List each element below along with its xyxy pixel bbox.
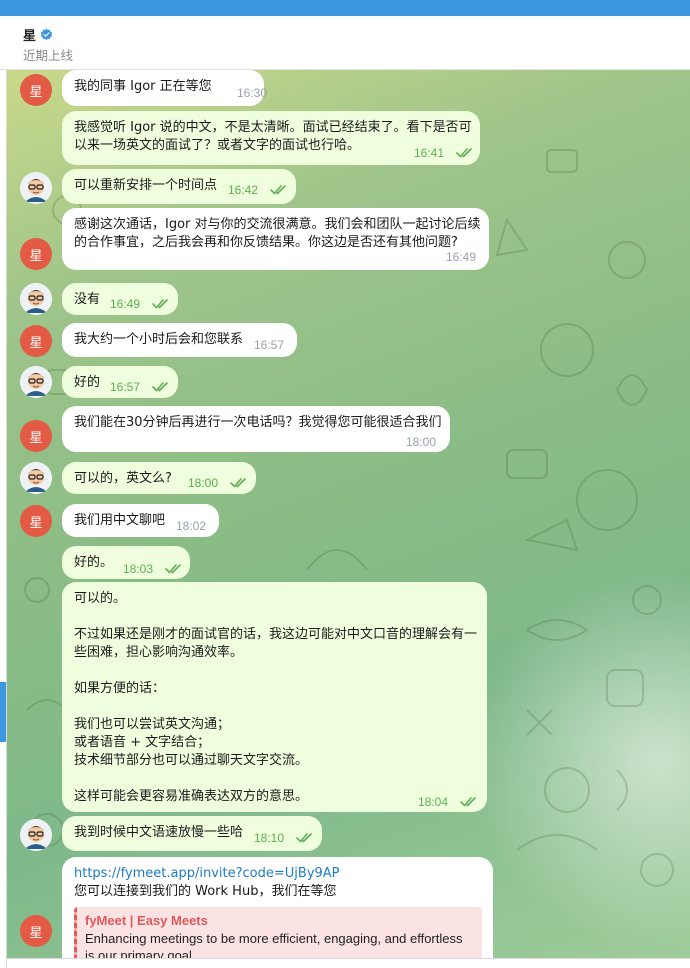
double-check-icon [152,382,168,392]
window-top-bar [0,0,690,16]
message-text: 可以的，英文么? [74,471,172,486]
contact-avatar[interactable]: 星 [20,915,52,947]
verified-badge-icon [40,28,53,41]
message-time: 18:02 [176,519,207,533]
preview-description: Enhancing meetings to be more efficient,… [85,931,463,958]
contact-avatar[interactable]: 星 [20,505,52,537]
message-text: 好的 [74,375,101,390]
message-time: 18:04 [418,795,449,809]
message-time: 16:57 [110,380,141,394]
message-text: 好的。 [74,555,114,570]
message-time: 18:00 [188,476,219,490]
message-time: 18:10 [254,831,285,845]
chat-header[interactable]: 星 近期上线 [0,16,690,70]
contact-avatar[interactable]: 星 [20,238,52,270]
invite-link[interactable]: https://fymeet.app/invite?code=UjBy9AP [74,865,340,883]
message-text: 我们用中文聊吧 [74,513,166,528]
double-check-icon [296,833,312,843]
last-seen-status: 近期上线 [23,48,74,63]
message-bubble-link[interactable]: https://fymeet.app/invite?code=UjBy9AP 您可… [62,857,493,958]
double-check-icon [270,185,286,195]
link-preview-card[interactable]: fyMeet | Easy Meets Enhancing meetings to… [74,907,482,958]
message-text: 我们能在30分钟后再进行一次电话吗？我觉得您可能很适合我们 [74,415,442,430]
message-text: 我的同事 Igor 正在等您 [74,79,212,94]
contact-avatar[interactable]: 星 [20,74,52,106]
message-time: 16:49 [110,297,141,311]
double-check-icon [165,564,181,574]
user-avatar[interactable] [20,283,52,315]
message-bubble[interactable]: 可以重新安排一个时间点 16:42 [62,169,296,204]
contact-avatar[interactable]: 星 [20,420,52,452]
message-bubble[interactable]: 我到时候中文语速放慢一些哈 18:10 [62,816,322,851]
message-bubble[interactable]: 可以的，英文么? 18:00 [62,462,256,494]
message-text: 我到时候中文语速放慢一些哈 [74,825,244,840]
chat-messages-area[interactable]: 我的同事 Igor 正在等您 16:30 星我感觉听 Igor 说的中文，不是太清晰… [7,70,690,958]
user-avatar-image [20,462,52,494]
message-bubble[interactable]: 好的 16:57 [62,366,178,398]
message-bubble[interactable]: 我感觉听 Igor 说的中文，不是太清晰。面试已经结束了。看下是否可 以来一场英… [62,111,480,165]
message-time: 16:30 [237,86,268,100]
message-time: 16:42 [228,183,259,197]
contact-name[interactable]: 星 [23,25,36,44]
user-avatar[interactable] [20,172,52,204]
message-text: 我大约一个小时后会和您联系 [74,332,244,347]
user-avatar-image [20,172,52,204]
message-bubble[interactable]: 我的同事 Igor 正在等您 16:30 [62,70,268,106]
double-check-icon [152,299,168,309]
message-text: 可以重新安排一个时间点 [74,178,218,193]
message-bubble[interactable]: 感谢这次通话，Igor 对与你的交流很满意。我们会和团队一起讨论后续 的合作事宜… [62,208,489,270]
message-text: 我感觉听 Igor 说的中文，不是太清晰。面试已经结束了。看下是否可 以来一场英… [74,120,472,153]
preview-accent-bar [74,907,77,958]
user-avatar-image [20,283,52,315]
message-time: 18:00 [406,435,437,449]
user-avatar-image [20,366,52,398]
preview-title: fyMeet | Easy Meets [85,913,208,928]
message-bubble[interactable]: 我大约一个小时后会和您联系 16:57 [62,323,297,357]
message-time: 16:57 [254,338,285,352]
message-bubble[interactable]: 好的。 18:03 [62,546,190,579]
message-time: 18:03 [123,562,154,576]
double-check-icon [456,148,472,158]
message-bubble[interactable]: 没有 16:49 [62,283,178,315]
contact-avatar[interactable]: 星 [20,325,52,357]
message-bubble[interactable]: 可以的。 不过如果还是刚才的面试官的话，我这边可能对中文口音的理解会有一 些困难… [62,582,487,812]
user-avatar[interactable] [20,462,52,494]
chat-title[interactable]: 星 [23,25,53,44]
message-text: 您可以连接到我们的 Work Hub，我们在等您 [74,884,337,899]
message-time: 16:49 [446,250,477,264]
message-text: 感谢这次通话，Igor 对与你的交流很满意。我们会和团队一起讨论后续 的合作事宜… [74,217,481,250]
user-avatar[interactable] [20,819,52,851]
user-avatar-image [20,819,52,851]
composer-edge [7,958,690,968]
message-bubble[interactable]: 我们能在30分钟后再进行一次电话吗？我觉得您可能很适合我们 18:00 [62,406,450,452]
message-time: 16:41 [414,146,445,160]
double-check-icon [230,478,246,488]
message-text: 没有 [74,292,101,307]
double-check-icon [460,797,476,807]
message-bubble[interactable]: 我们用中文聊吧 18:02 [62,504,219,537]
user-avatar[interactable] [20,366,52,398]
message-text: 可以的。 不过如果还是刚才的面试官的话，我这边可能对中文口音的理解会有一 些困难… [74,591,478,804]
